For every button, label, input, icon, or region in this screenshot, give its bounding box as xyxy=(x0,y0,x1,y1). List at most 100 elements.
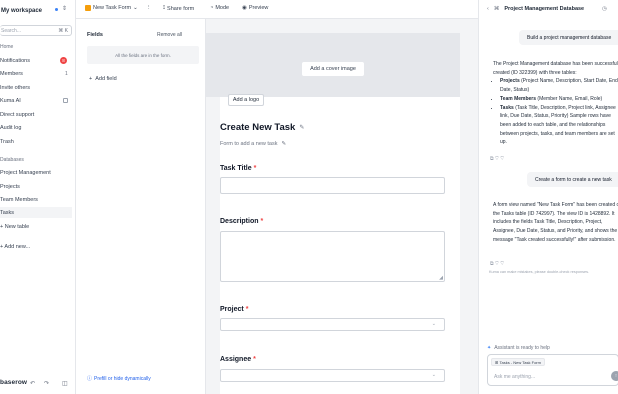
preview-label: Preview xyxy=(248,5,269,11)
search-input[interactable]: Search... ⌘ K xyxy=(0,25,72,36)
add-field-button[interactable]: + Add field xyxy=(89,76,117,82)
form-view-selector[interactable]: New Task Form ⌄ xyxy=(85,5,138,11)
add-field-label: Add field xyxy=(95,76,117,82)
panel-icon xyxy=(63,98,68,103)
sidebar-item-label: Notifications xyxy=(0,57,30,64)
table-label: Tasks xyxy=(0,209,15,216)
list-item: Tasks (Task Title, Description, Project … xyxy=(500,104,618,148)
form-view-icon xyxy=(85,5,91,11)
sidebar-add-new[interactable]: + Add new... xyxy=(0,241,72,252)
message-input[interactable]: Ask me anything... xyxy=(494,374,535,380)
mode-icon: ◔ xyxy=(210,5,214,11)
sidebar-item-label: Invite others xyxy=(0,84,30,91)
sidebar-item-invite[interactable]: Invite others xyxy=(0,82,72,93)
form-title[interactable]: Create New Task ✎ xyxy=(220,122,304,133)
edit-pencil-icon[interactable]: ✎ xyxy=(281,141,286,147)
redo-icon[interactable]: ↷ xyxy=(44,380,49,387)
task-title-input[interactable] xyxy=(220,177,445,194)
field-label-project: Project * xyxy=(220,306,248,313)
resize-handle-icon[interactable]: ◢ xyxy=(439,275,443,281)
collapse-sidebar-icon[interactable]: ◫ xyxy=(62,380,68,387)
assistant-icon: ⌘ xyxy=(493,6,500,12)
mode-button[interactable]: ◔ Mode xyxy=(210,5,229,11)
assistant-message: A form view named "New Task Form" has be… xyxy=(493,202,618,243)
form-description[interactable]: Form to add a new task ✎ xyxy=(220,141,286,147)
context-chip-label: Tasks - New Task Form xyxy=(499,359,541,365)
form-canvas: Add a cover image Add a logo Create New … xyxy=(206,19,478,394)
sidebar-item-label: Audit log xyxy=(0,124,22,131)
list-item-text: (Member Name, Email, Role) xyxy=(536,95,603,102)
sidebar-table-projects[interactable]: Projects xyxy=(0,181,72,192)
field-label-text: Task Title xyxy=(220,165,252,172)
baserow-logo: baserow xyxy=(0,379,28,386)
back-chevron-icon[interactable]: ‹ xyxy=(487,6,489,12)
project-select[interactable]: ⌄ xyxy=(220,318,445,331)
user-message: Build a project management database xyxy=(519,30,618,45)
sidebar-database-project-management[interactable]: Project Management xyxy=(0,167,72,178)
context-chip[interactable]: ⊞ Tasks - New Task Form xyxy=(491,358,545,366)
assistant-message: The Project Management database has been… xyxy=(493,60,618,147)
chevron-updown-icon: ⇕ xyxy=(62,6,68,12)
list-item: Team Members (Member Name, Email, Role) xyxy=(500,95,618,104)
sidebar-new-table[interactable]: + New table xyxy=(0,221,72,232)
assignee-select[interactable]: ⌄ xyxy=(220,369,445,382)
workspace-switcher[interactable]: My workspace ⇕ xyxy=(0,5,75,17)
field-label-description: Description * xyxy=(220,218,263,225)
database-label: Project Management xyxy=(0,169,51,176)
sidebar-table-team-members[interactable]: Team Members xyxy=(0,194,72,205)
sidebar-item-kuma-ai[interactable]: Kuma AI xyxy=(0,95,72,106)
sidebar-table-tasks[interactable]: Tasks xyxy=(0,207,72,218)
add-logo-button[interactable]: Add a logo xyxy=(228,94,264,106)
plus-icon: + xyxy=(89,76,93,82)
notification-dot-icon xyxy=(55,8,58,11)
assistant-status-text: Assistant is ready to help xyxy=(494,345,550,351)
required-marker: * xyxy=(253,356,256,363)
list-item-text: (Task Title, Description, Project link, … xyxy=(500,104,616,146)
members-count: 1 xyxy=(65,70,68,77)
message-reactions[interactable]: ⧉ ♡ ♡ xyxy=(490,156,504,162)
description-textarea[interactable]: ◢ xyxy=(220,231,445,282)
remove-all-button[interactable]: Remove all xyxy=(157,32,182,38)
required-marker: * xyxy=(253,165,257,172)
history-icon[interactable]: ◷ xyxy=(602,6,607,12)
new-table-label: + New table xyxy=(0,223,30,230)
sidebar-item-label: Kuma AI xyxy=(0,97,21,104)
assistant-panel: ‹ ⌘ Project Management Database ◷ Build … xyxy=(478,0,618,394)
more-options-icon[interactable]: ⋮ xyxy=(146,5,152,11)
sidebar-item-audit-log[interactable]: Audit log xyxy=(0,122,72,133)
mode-label: Mode xyxy=(215,5,230,11)
share-form-button[interactable]: ⟟ Share form xyxy=(163,5,194,12)
field-label-text: Assignee xyxy=(220,356,252,363)
list-item-name: Projects xyxy=(500,78,520,85)
disclaimer-text: Kuma can make mistakes, please double-ch… xyxy=(489,270,590,274)
sidebar-item-support[interactable]: Direct support xyxy=(0,109,72,120)
undo-icon[interactable]: ↶ xyxy=(30,380,35,387)
share-icon: ⟟ xyxy=(163,5,166,11)
sidebar-item-members[interactable]: Members 1 xyxy=(0,68,72,79)
form-title-text: Create New Task xyxy=(220,122,296,133)
table-list: Projects (Project Name, Description, Sta… xyxy=(493,77,618,147)
message-reactions[interactable]: ⧉ ♡ ♡ xyxy=(490,261,504,267)
preview-button[interactable]: ◉ Preview xyxy=(242,5,268,11)
add-new-label: + Add new... xyxy=(0,243,31,250)
message-composer[interactable]: ⊞ Tasks - New Task Form Ask me anything.… xyxy=(487,354,618,386)
add-cover-image-button[interactable]: Add a cover image xyxy=(302,62,364,76)
table-label: Projects xyxy=(0,183,20,190)
assistant-message-intro: The Project Management database has been… xyxy=(493,61,618,76)
sidebar-item-trash[interactable]: Trash xyxy=(0,136,72,147)
cover-area: Add a cover image xyxy=(206,33,460,97)
field-label-assignee: Assignee * xyxy=(220,356,256,363)
section-databases-label: Databases xyxy=(0,157,24,163)
sidebar-item-label: Trash xyxy=(0,138,14,145)
edit-pencil-icon[interactable]: ✎ xyxy=(299,124,304,131)
sidebar-item-label: Direct support xyxy=(0,111,35,118)
sidebar-item-notifications[interactable]: Notifications 8 xyxy=(0,55,72,66)
required-marker: * xyxy=(260,218,264,225)
section-home-label: Home xyxy=(0,44,14,50)
prefill-link[interactable]: ⓘ Prefill or hide dynamically xyxy=(87,375,151,383)
assistant-title: Project Management Database xyxy=(504,6,585,12)
form-body: Add a logo Create New Task ✎ Form to add… xyxy=(220,94,460,394)
user-message: Create a form to create a new task xyxy=(527,172,618,187)
share-form-label: Share form xyxy=(167,5,195,12)
send-arrow-icon[interactable]: ↑ xyxy=(611,371,618,381)
